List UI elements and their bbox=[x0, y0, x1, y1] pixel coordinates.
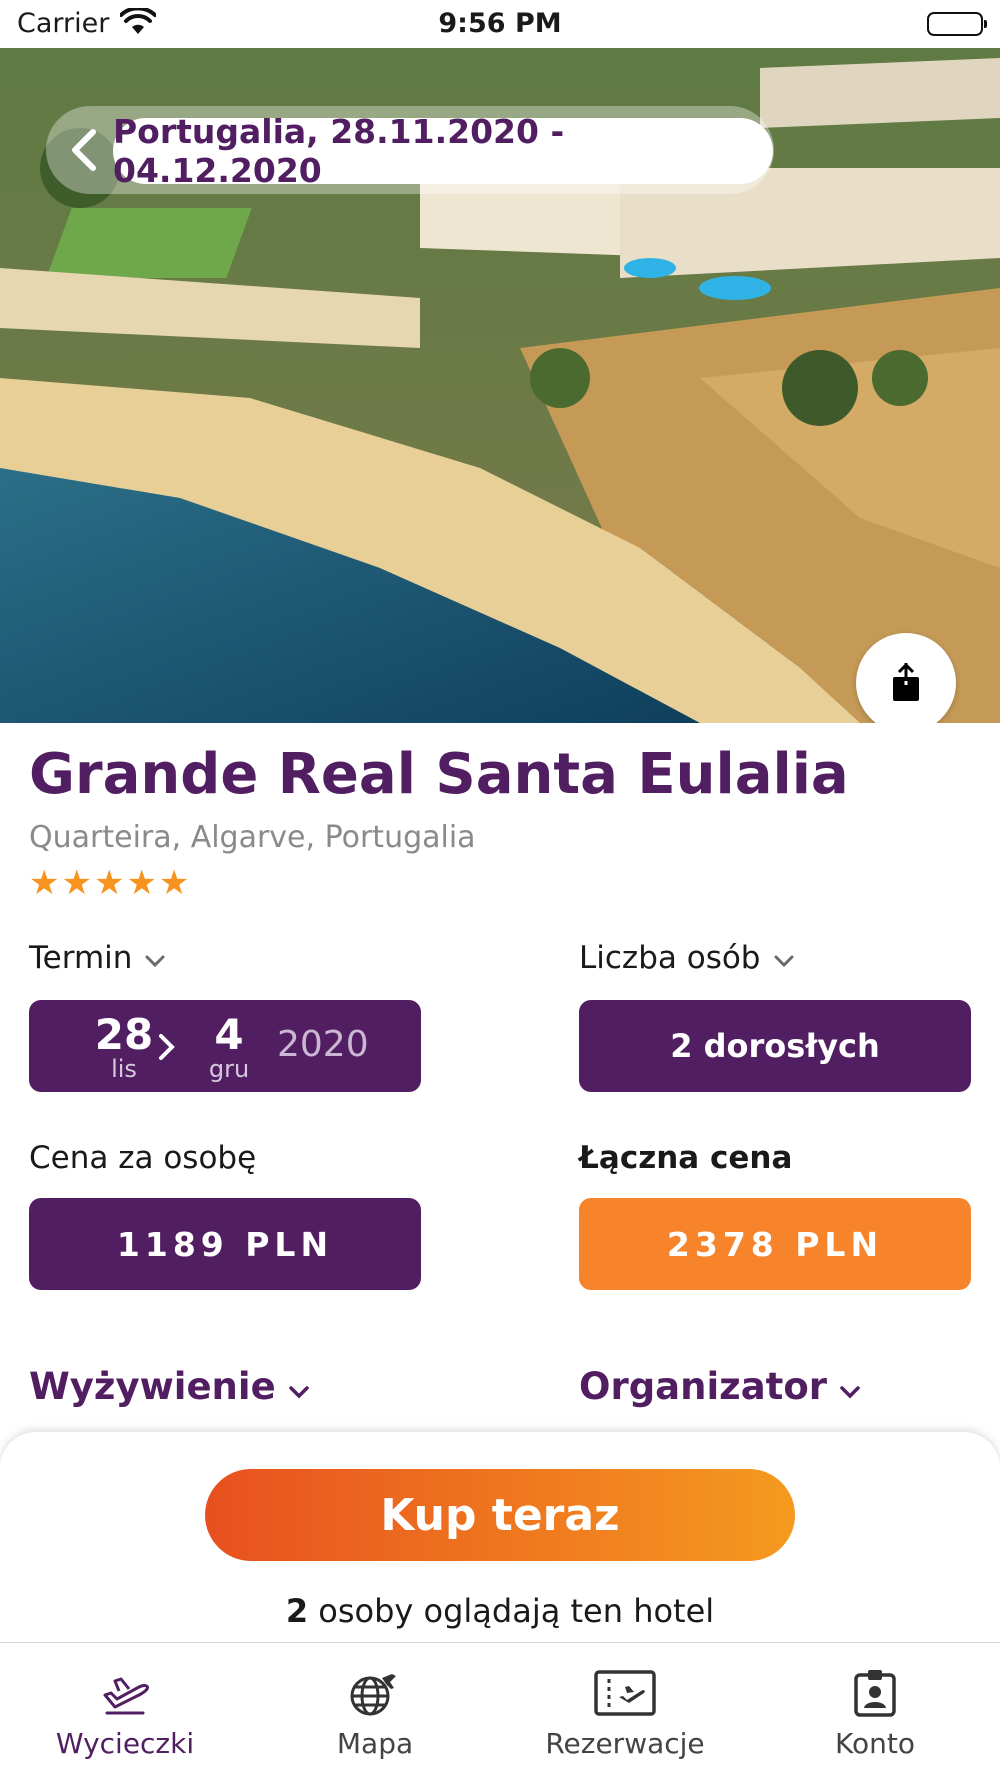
hotel-location: Quarteira, Algarve, Portugalia bbox=[29, 820, 476, 855]
buy-now-button[interactable]: Kup teraz bbox=[205, 1469, 795, 1561]
ticket-icon bbox=[500, 1665, 750, 1721]
chevron-down-icon bbox=[773, 940, 795, 976]
date-year: 2020 bbox=[277, 1024, 369, 1065]
watchers-count: 2 bbox=[285, 1592, 309, 1630]
plane-icon bbox=[0, 1665, 250, 1721]
purchase-sheet: Kup teraz 2 osoby oglądają ten hotel bbox=[0, 1432, 1000, 1646]
share-icon bbox=[889, 663, 923, 703]
total-price-label: Łączna cena bbox=[579, 1140, 792, 1176]
battery-icon bbox=[927, 12, 987, 36]
date-range-button[interactable]: 28 lis 4 gru 2020 bbox=[29, 1000, 421, 1092]
term-label-text: Termin bbox=[29, 940, 133, 976]
back-button[interactable] bbox=[58, 118, 110, 182]
chevron-down-icon bbox=[288, 1365, 310, 1408]
watchers-info: 2 osoby oglądają ten hotel bbox=[0, 1592, 1000, 1630]
watchers-text: osoby oglądają ten hotel bbox=[308, 1592, 715, 1630]
clock: 9:56 PM bbox=[438, 8, 562, 39]
persons-label-text: Liczba osób bbox=[579, 940, 761, 976]
chevron-down-icon bbox=[839, 1365, 861, 1408]
share-button[interactable] bbox=[856, 633, 956, 723]
date-to-day: 4 bbox=[214, 1010, 244, 1059]
date-from-day: 28 bbox=[94, 1010, 154, 1059]
tab-label: Rezerwacje bbox=[545, 1727, 705, 1760]
board-section-label: Wyżywienie bbox=[29, 1365, 276, 1408]
chevron-down-icon bbox=[144, 940, 166, 976]
tab-rezerwacje[interactable]: Rezerwacje bbox=[500, 1643, 750, 1778]
hotel-name: Grande Real Santa Eulalia bbox=[29, 742, 849, 807]
trip-title: Portugalia, 28.11.2020 - 04.12.2020 bbox=[113, 112, 773, 190]
organizer-section-label: Organizator bbox=[579, 1365, 828, 1408]
chevron-right-icon bbox=[157, 1032, 177, 1066]
term-label[interactable]: Termin bbox=[29, 940, 166, 976]
tab-label: Mapa bbox=[336, 1727, 414, 1760]
date-from: 28 lis bbox=[84, 1010, 164, 1083]
organizer-section-toggle[interactable]: Organizator bbox=[579, 1365, 861, 1408]
globe-icon bbox=[250, 1665, 500, 1721]
total-price-label-text: Łączna cena bbox=[579, 1140, 793, 1176]
tab-bar: Wycieczki Mapa Rezerwacje Konto bbox=[0, 1642, 1000, 1778]
price-per-person-button[interactable]: 1189 PLN bbox=[29, 1198, 421, 1290]
total-price-value: 2378 PLN bbox=[666, 1224, 884, 1264]
tab-label: Wycieczki bbox=[55, 1727, 195, 1760]
tab-konto[interactable]: Konto bbox=[750, 1643, 1000, 1778]
tab-label: Konto bbox=[835, 1727, 915, 1760]
persons-label[interactable]: Liczba osób bbox=[579, 940, 795, 976]
board-section-toggle[interactable]: Wyżywienie bbox=[29, 1365, 310, 1408]
date-to: 4 gru bbox=[194, 1010, 264, 1083]
tab-wycieczki[interactable]: Wycieczki bbox=[0, 1643, 250, 1778]
price-per-person-value: 1189 PLN bbox=[116, 1224, 334, 1264]
status-bar: Carrier 9:56 PM bbox=[0, 0, 1000, 48]
badge-icon bbox=[750, 1665, 1000, 1721]
hotel-photo: Portugalia, 28.11.2020 - 04.12.2020 bbox=[0, 48, 1000, 723]
price-per-person-label-text: Cena za osobę bbox=[29, 1140, 257, 1176]
price-per-person-label: Cena za osobę bbox=[29, 1140, 256, 1176]
date-from-month: lis bbox=[111, 1055, 137, 1083]
date-to-month: gru bbox=[208, 1055, 250, 1083]
persons-value: 2 dorosłych bbox=[670, 1027, 880, 1065]
star-rating: ★★★★★ bbox=[29, 863, 192, 903]
tab-mapa[interactable]: Mapa bbox=[250, 1643, 500, 1778]
persons-button[interactable]: 2 dorosłych bbox=[579, 1000, 971, 1092]
total-price-button[interactable]: 2378 PLN bbox=[579, 1198, 971, 1290]
chevron-left-icon bbox=[69, 128, 99, 172]
